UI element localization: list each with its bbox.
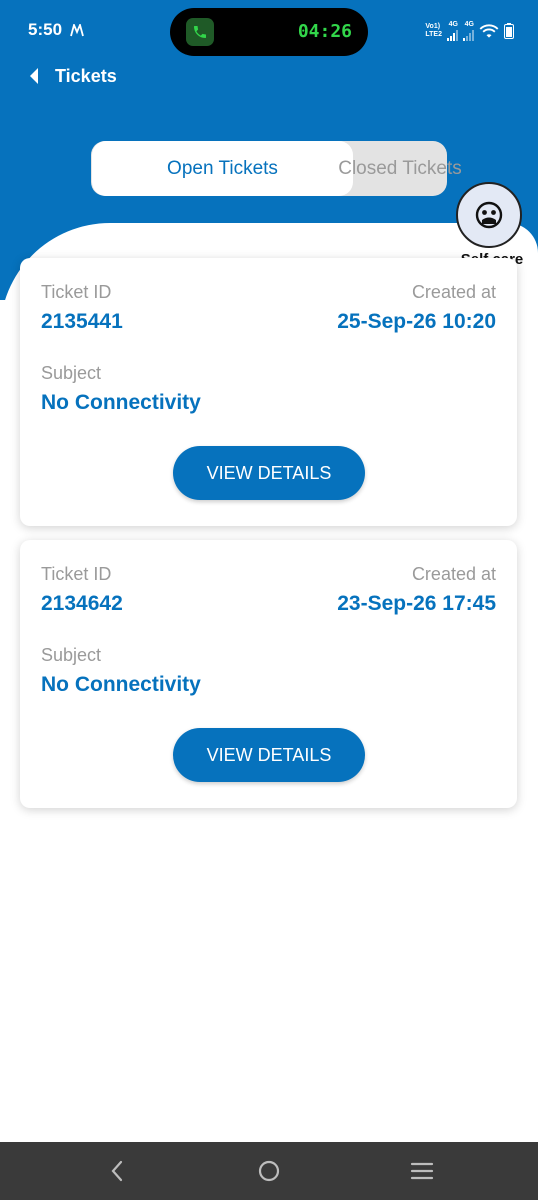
- subject-value: No Connectivity: [41, 673, 201, 696]
- signal-icon: [463, 29, 474, 41]
- ticket-id-value: 2135441: [41, 310, 123, 333]
- nav-back-button[interactable]: [102, 1156, 132, 1186]
- created-at-value: 25-Sep-26 10:20: [337, 310, 496, 333]
- sim2-signal: 4G: [463, 21, 474, 41]
- subject-label: Subject: [41, 645, 102, 665]
- ticket-tabs: Open Tickets Closed Tickets: [91, 141, 462, 196]
- status-indicators: Vo1) LTE2 4G 4G: [425, 21, 514, 41]
- subject-label: Subject: [41, 363, 102, 383]
- sim1-net-label: 4G: [448, 21, 458, 28]
- self-care-button[interactable]: [456, 182, 522, 248]
- menu-lines-icon: [410, 1162, 434, 1180]
- ongoing-call-pill[interactable]: 04:26: [170, 8, 368, 56]
- status-bar: 5:50 04:26 Vo1) LTE2 4G 4G: [0, 0, 538, 62]
- back-arrow-icon[interactable]: [26, 66, 46, 86]
- page-title: Tickets: [55, 66, 117, 86]
- sim1-labels: Vo1) LTE2: [425, 23, 442, 39]
- created-at-label: Created at: [411, 282, 496, 302]
- tab-closed-tickets-label: Closed Tickets: [338, 157, 462, 179]
- phone-icon: [186, 18, 214, 46]
- call-timer: 04:26: [297, 21, 352, 42]
- tab-closed-tickets[interactable]: Closed Tickets: [338, 141, 462, 196]
- home-circle-icon: [258, 1160, 280, 1182]
- volte-label: Vo1): [425, 23, 441, 30]
- ticket-card: Ticket ID 2134642 Created at 23-Sep-26 1…: [20, 540, 517, 808]
- created-at-value: 23-Sep-26 17:45: [337, 592, 496, 615]
- ticket-id-label: Ticket ID: [41, 564, 112, 584]
- ticket-card: Ticket ID 2135441 Created at 25-Sep-26 1…: [20, 258, 517, 526]
- tab-open-tickets-label: Open Tickets: [167, 157, 278, 179]
- tab-open-tickets[interactable]: Open Tickets: [92, 141, 353, 196]
- signal-icon: [447, 29, 458, 41]
- created-at-label: Created at: [411, 564, 496, 584]
- ticket-id-value: 2134642: [41, 592, 123, 615]
- subject-value: No Connectivity: [41, 391, 201, 414]
- notification-app-icon: [70, 24, 84, 37]
- status-time: 5:50: [28, 20, 63, 39]
- support-agent-icon: [475, 201, 503, 229]
- view-details-button[interactable]: VIEW DETAILS: [173, 446, 365, 500]
- system-navigation-bar: [0, 1142, 538, 1200]
- nav-recents-button[interactable]: [407, 1156, 437, 1186]
- view-details-button[interactable]: VIEW DETAILS: [173, 728, 365, 782]
- sim1-signal: 4G: [447, 21, 458, 41]
- chevron-left-icon: [111, 1160, 123, 1182]
- battery-icon: [504, 23, 514, 39]
- wifi-icon: [479, 24, 499, 38]
- sim2-net-label: 4G: [464, 21, 474, 28]
- lte-label: LTE2: [425, 31, 442, 38]
- nav-home-button[interactable]: [254, 1156, 284, 1186]
- ticket-id-label: Ticket ID: [41, 282, 112, 302]
